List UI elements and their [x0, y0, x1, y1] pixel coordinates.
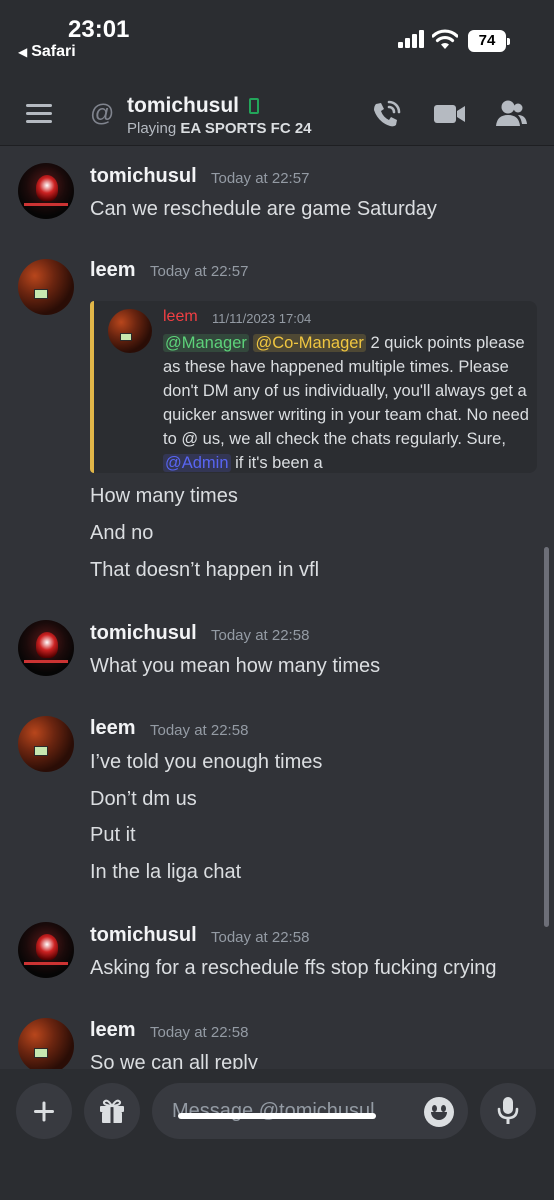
- message-text[interactable]: I’ve told you enough times: [90, 751, 322, 774]
- message-input[interactable]: [152, 1083, 468, 1139]
- avatar[interactable]: [18, 716, 74, 772]
- message-text[interactable]: So we can all reply: [90, 1052, 258, 1069]
- quote-author: leem: [163, 308, 198, 325]
- activity-status: Playing EA SPORTS FC 24: [127, 120, 312, 137]
- quote-text-part2: if it's been a: [230, 454, 323, 472]
- plus-icon[interactable]: [16, 1083, 72, 1139]
- mobile-icon: [249, 98, 259, 114]
- status-bar: 23:01 ◀ Safari 74: [0, 0, 554, 80]
- emoji-icon[interactable]: [424, 1097, 454, 1127]
- gift-button[interactable]: [84, 1083, 140, 1139]
- message-text[interactable]: Don’t dm us: [90, 788, 197, 811]
- message-text[interactable]: What you mean how many times: [90, 655, 380, 678]
- message-author[interactable]: leem: [90, 717, 136, 740]
- back-to-app-link[interactable]: ◀ Safari: [18, 43, 76, 61]
- message-text[interactable]: In the la liga chat: [90, 861, 241, 884]
- mention-co-manager[interactable]: @Co-Manager: [253, 334, 366, 352]
- message-timestamp: Today at 22:57: [211, 170, 310, 187]
- message-timestamp: Today at 22:57: [150, 263, 249, 280]
- message-author[interactable]: tomichusul: [90, 622, 197, 645]
- at-icon: @: [90, 100, 115, 127]
- mention-admin[interactable]: @Admin: [163, 454, 231, 472]
- activity-prefix: Playing: [127, 120, 177, 137]
- message-timestamp: Today at 22:58: [211, 627, 310, 644]
- activity-game: EA SPORTS FC 24: [180, 120, 312, 137]
- home-indicator[interactable]: [178, 1113, 376, 1119]
- message-author[interactable]: tomichusul: [90, 924, 197, 947]
- quote-text: @Manager @Co-Manager 2 quick points plea…: [163, 331, 529, 473]
- avatar[interactable]: [18, 922, 74, 978]
- message-author[interactable]: leem: [90, 259, 136, 282]
- quote-date: 11/11/2023 17:04: [212, 311, 312, 326]
- battery-icon: 74: [468, 30, 510, 52]
- mic-button[interactable]: [480, 1083, 536, 1139]
- wifi-icon: [432, 29, 458, 49]
- quote-avatar: [108, 309, 152, 353]
- mic-icon: [497, 1097, 519, 1124]
- gift-icon: [100, 1099, 124, 1123]
- message-author[interactable]: leem: [90, 1019, 136, 1042]
- message-list[interactable]: tomichusul Today at 22:57 Can we resched…: [0, 147, 554, 1069]
- message-text[interactable]: Asking for a reschedule ffs stop fucking…: [90, 957, 497, 980]
- message-text[interactable]: And no: [90, 522, 153, 545]
- battery-level: 74: [478, 32, 496, 49]
- message-composer: [0, 1069, 554, 1200]
- message-text[interactable]: How many times: [90, 485, 238, 508]
- call-icon[interactable]: [370, 98, 404, 130]
- quoted-message[interactable]: leem 11/11/2023 17:04 @Manager @Co-Manag…: [90, 301, 537, 473]
- dm-username[interactable]: tomichusul: [127, 94, 239, 118]
- video-icon[interactable]: [433, 98, 467, 130]
- status-time: 23:01: [68, 16, 130, 43]
- message-text[interactable]: Put it: [90, 824, 136, 847]
- hamburger-icon[interactable]: [26, 104, 54, 124]
- message-text[interactable]: Can we reschedule are game Saturday: [90, 198, 437, 221]
- back-triangle-icon: ◀: [18, 45, 28, 59]
- message-timestamp: Today at 22:58: [150, 1024, 249, 1041]
- members-icon[interactable]: [494, 98, 528, 130]
- dm-header: @ tomichusul Playing EA SPORTS FC 24: [0, 80, 554, 146]
- message-text[interactable]: That doesn’t happen in vfl: [90, 559, 319, 582]
- scrollbar[interactable]: [544, 547, 549, 927]
- message-timestamp: Today at 22:58: [211, 929, 310, 946]
- avatar[interactable]: [18, 1018, 74, 1069]
- message-timestamp: Today at 22:58: [150, 722, 249, 739]
- back-app-label: Safari: [31, 43, 76, 60]
- avatar[interactable]: [18, 163, 74, 219]
- avatar[interactable]: [18, 620, 74, 676]
- message-author[interactable]: tomichusul: [90, 165, 197, 188]
- avatar[interactable]: [18, 259, 74, 315]
- mention-manager[interactable]: @Manager: [163, 334, 249, 352]
- signal-icon: [398, 30, 426, 48]
